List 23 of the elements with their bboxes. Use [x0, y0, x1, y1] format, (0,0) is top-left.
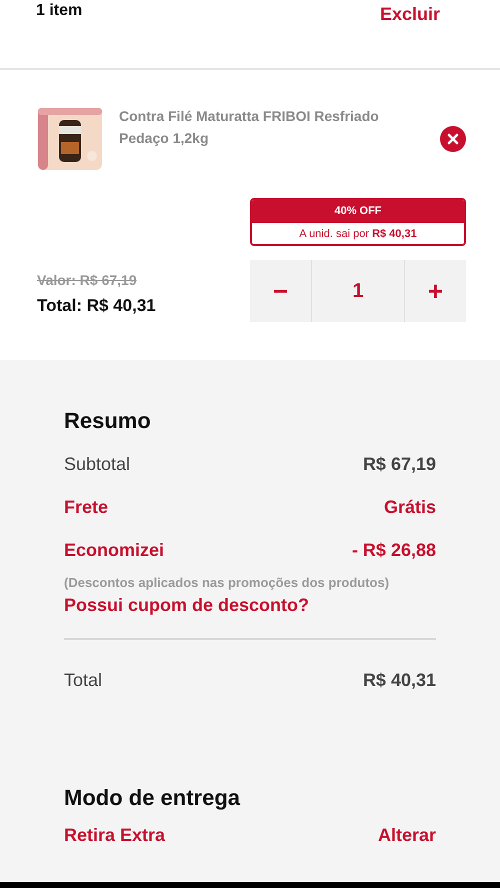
summary-value: - R$ 26,88: [352, 540, 436, 561]
summary-value: Grátis: [384, 497, 436, 518]
item-total: Total: R$ 40,31: [37, 296, 156, 316]
remove-icon[interactable]: [440, 126, 466, 152]
product-name: Contra Filé Maturatta FRIBOI Resfriado Pedaço 1,2kg: [119, 107, 380, 148]
discount-note: (Descontos aplicados nas promoções dos produtos): [64, 574, 390, 592]
item-count: 1 item: [36, 2, 82, 20]
discount-label: 40% OFF: [252, 200, 464, 223]
delivery-title: Modo de entrega: [64, 785, 242, 811]
summary-title: Resumo: [64, 408, 152, 434]
summary-label: Frete: [64, 497, 108, 518]
quantity-value: 1: [351, 278, 365, 304]
original-price: Valor: R$ 67,19: [37, 272, 138, 288]
change-link[interactable]: Alterar: [378, 825, 436, 846]
total-label: Total: [64, 670, 102, 691]
summary-value: R$ 67,19: [362, 454, 436, 475]
total-value: R$ 40,31: [362, 670, 436, 691]
summary-label: Subtotal: [64, 454, 130, 475]
delete-button[interactable]: Excluir: [380, 4, 440, 25]
summary-label: Economizei: [64, 540, 164, 561]
unit-price: A unid. sai por R$ 40,31: [298, 227, 418, 242]
delivery-mode: Retira Extra: [64, 825, 166, 846]
coupon-link[interactable]: Possui cupom de desconto?: [64, 595, 436, 616]
